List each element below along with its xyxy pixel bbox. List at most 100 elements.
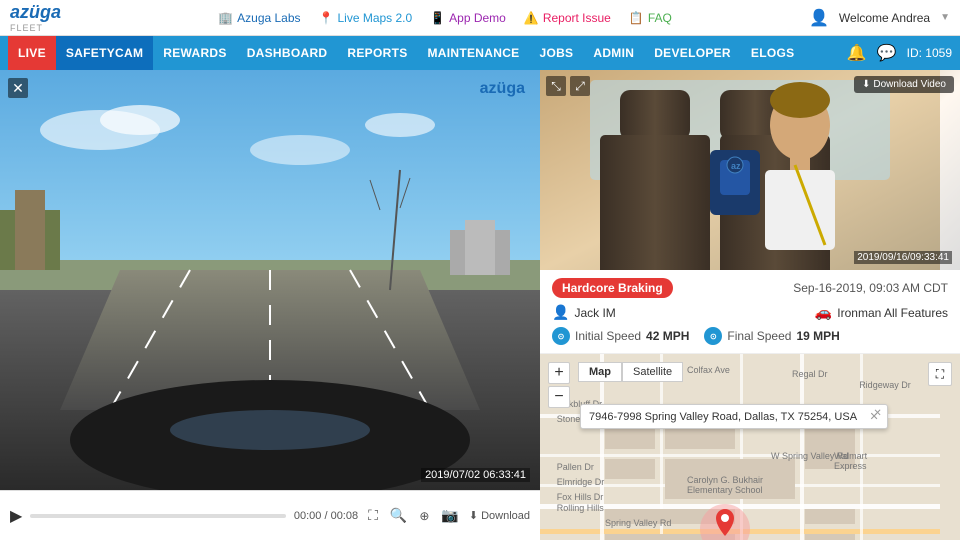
map-label-pallen: Pallen Dr [557, 462, 594, 472]
map-type-toggle: Map Satellite [578, 362, 683, 382]
time-display: 00:00 / 00:08 [294, 510, 358, 522]
logo-fleet: FLEET [10, 23, 43, 33]
nav-item-jobs[interactable]: JOBS [529, 36, 583, 70]
map-label-elmridge: Elmridge Dr [557, 477, 605, 487]
download-button[interactable]: ⬇ Download [469, 509, 530, 522]
left-panel: ONLY ✕ azüga [0, 70, 540, 540]
nav-item-live[interactable]: LIVE [8, 36, 56, 70]
cam-timestamp: 2019/09/16/09:33:41 [854, 251, 952, 264]
top-link-app-demo[interactable]: 📱 App Demo [430, 11, 506, 25]
interior-camera-feed: az ⤡ ⤢ ⬇ Download Video 2019/09/16/09:33… [540, 70, 960, 270]
map-label-walmart: WalmartExpress [834, 451, 867, 471]
top-link-report-issue[interactable]: ⚠️ Report Issue [524, 11, 611, 25]
final-speed-label: Final Speed [727, 329, 791, 343]
top-link-azuga-labs[interactable]: 🏢 Azuga Labs [218, 11, 300, 25]
fullscreen-button[interactable]: ⛶ [366, 505, 380, 526]
video-controls-bar: ▶ 00:00 / 00:08 ⛶ 🔍 ⊕ 📷 ⬇ Download [0, 490, 540, 540]
download-video-label: Download Video [873, 79, 946, 90]
zoom-in-map-button[interactable]: + [548, 362, 570, 384]
car-icon: 🚗 [815, 304, 832, 321]
map-type-satellite-button[interactable]: Satellite [622, 362, 683, 382]
video-container: ONLY ✕ azüga [0, 70, 540, 490]
cam-download-controls: ⬇ Download Video [854, 76, 954, 93]
initial-speed-icon: ⊙ [552, 327, 570, 345]
logo-text: azüga [10, 2, 61, 23]
map-fullscreen-control: ⛶ [928, 362, 952, 386]
nav-item-rewards[interactable]: REWARDS [153, 36, 236, 70]
location-address: 7946-7998 Spring Valley Road, Dallas, TX… [589, 411, 856, 423]
final-speed-item: ⊙ Final Speed 19 MPH [704, 327, 839, 345]
download-video-button[interactable]: ⬇ Download Video [854, 76, 954, 93]
map-icon: 📍 [319, 11, 334, 25]
interior-svg: az [540, 70, 960, 270]
vehicle-name: Ironman All Features [837, 306, 948, 320]
welcome-text[interactable]: Welcome Andrea [839, 11, 930, 25]
zoom-out-map-button[interactable]: − [548, 386, 570, 408]
event-badge: Hardcore Braking [552, 278, 673, 298]
download-label: Download [481, 510, 530, 522]
video-close-button[interactable]: ✕ [8, 78, 28, 98]
road-scene: ONLY [0, 70, 540, 490]
map-label-ridgeway: Ridgeway Dr [859, 380, 911, 390]
event-info: Hardcore Braking Sep-16-2019, 09:03 AM C… [540, 270, 960, 354]
initial-speed-item: ⊙ Initial Speed 42 MPH [552, 327, 689, 345]
main-content: ONLY ✕ azüga [0, 70, 960, 540]
map-container: Spring Valley Rd Regal Dr Colfax Ave Rid… [540, 354, 960, 540]
location-popup: 7946-7998 Spring Valley Road, Dallas, TX… [580, 404, 888, 429]
map-view[interactable]: Spring Valley Rd Regal Dr Colfax Ave Rid… [540, 354, 960, 540]
nav-item-dashboard[interactable]: DASHBOARD [237, 36, 338, 70]
svg-text:az: az [731, 161, 741, 171]
report-issue-label: Report Issue [543, 11, 611, 25]
building-icon: 🏢 [218, 11, 233, 25]
map-fullscreen-button[interactable]: ⛶ [928, 362, 952, 386]
nav-item-elogs[interactable]: ELOGS [741, 36, 805, 70]
nav-item-maintenance[interactable]: MAINTENANCE [418, 36, 530, 70]
bell-icon[interactable]: 🔔 [847, 43, 867, 63]
top-bar: azüga FLEET 🏢 Azuga Labs 📍 Live Maps 2.0… [0, 0, 960, 36]
app-demo-label: App Demo [449, 11, 506, 25]
nav-item-developer[interactable]: DEVELOPER [644, 36, 741, 70]
road-svg: ONLY [0, 70, 540, 490]
faq-icon: 📋 [629, 11, 644, 25]
cam-compress-button[interactable]: ⤢ [570, 76, 590, 96]
logo: azüga FLEET [10, 2, 61, 33]
top-link-live-maps[interactable]: 📍 Live Maps 2.0 [319, 11, 413, 25]
speed-info: ⊙ Initial Speed 42 MPH ⊙ Final Speed 19 … [552, 327, 948, 345]
zoom-out-button[interactable]: 🔍 [388, 505, 409, 526]
download-cam-icon: ⬇ [862, 79, 870, 90]
progress-bar[interactable] [30, 514, 286, 518]
location-close-button[interactable]: ✕ [870, 411, 879, 423]
event-header: Hardcore Braking Sep-16-2019, 09:03 AM C… [552, 278, 948, 298]
nav-item-safetycam[interactable]: SAFETYCAM [56, 36, 153, 70]
camera-image: az [540, 70, 960, 270]
zoom-in-button[interactable]: ⊕ [417, 507, 431, 525]
map-type-map-button[interactable]: Map [578, 362, 622, 382]
final-speed-icon: ⊙ [704, 327, 722, 345]
top-links: 🏢 Azuga Labs 📍 Live Maps 2.0 📱 App Demo … [81, 11, 809, 25]
map-label-rolling: Rolling Hills [557, 503, 604, 513]
cam-expand-controls: ⤡ ⤢ [546, 76, 590, 96]
top-link-faq[interactable]: 📋 FAQ [629, 11, 672, 25]
map-label-regal: Regal Dr [792, 369, 828, 379]
download-icon: ⬇ [469, 509, 478, 522]
chat-icon[interactable]: 💬 [877, 43, 897, 63]
map-label-foxhills: Fox Hills Dr [557, 492, 604, 502]
faq-label: FAQ [648, 11, 672, 25]
final-speed-value: 19 MPH [796, 329, 839, 343]
right-panel: az ⤡ ⤢ ⬇ Download Video 2019/09/16/09:33… [540, 70, 960, 540]
phone-icon: 📱 [430, 11, 445, 25]
nav-bar: LIVE SAFETYCAM REWARDS DASHBOARD REPORTS… [0, 36, 960, 70]
cam-expand-button[interactable]: ⤡ [546, 76, 566, 96]
video-timestamp: 2019/07/02 06:33:41 [421, 468, 530, 482]
user-icon: 👤 [809, 8, 829, 28]
driver-name: Jack IM [574, 306, 615, 320]
map-zoom-controls: + − [548, 362, 570, 408]
live-maps-label: Live Maps 2.0 [337, 11, 412, 25]
azuga-labs-label: Azuga Labs [237, 11, 300, 25]
play-button[interactable]: ▶ [10, 506, 22, 526]
map-label-colfax: Colfax Ave [687, 365, 730, 375]
nav-right: 🔔 💬 ID: 1059 [847, 43, 952, 63]
screenshot-button[interactable]: 📷 [439, 505, 460, 526]
nav-item-admin[interactable]: ADMIN [583, 36, 644, 70]
nav-item-reports[interactable]: REPORTS [337, 36, 417, 70]
